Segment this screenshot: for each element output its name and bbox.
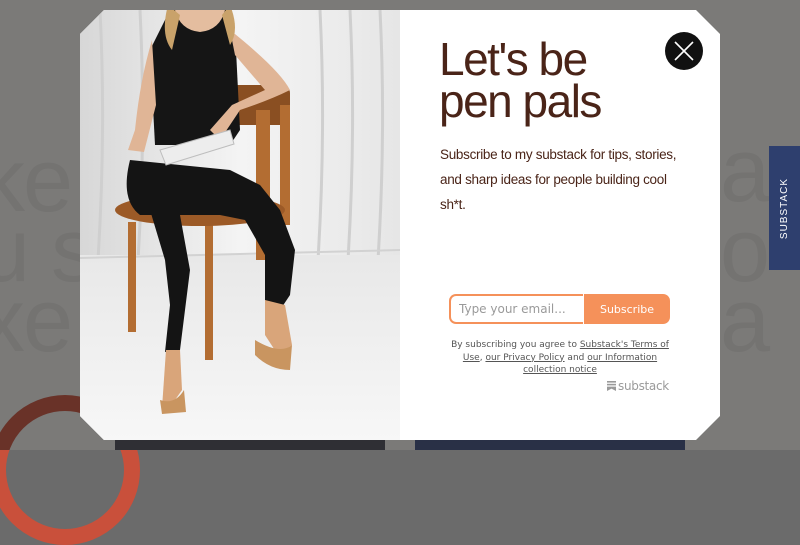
substack-side-tab[interactable]: SUBSTACK [769, 146, 800, 270]
close-icon [674, 41, 694, 61]
side-tab-label: SUBSTACK [779, 177, 791, 239]
modal-headline: Let's be pen pals [439, 33, 602, 127]
legal-notice: By subscribing you agree to Substack's T… [450, 339, 670, 377]
subscribe-button[interactable]: Subscribe [584, 294, 670, 324]
substack-brand[interactable]: substack [607, 379, 669, 393]
subtitle-line: Subscribe to my substack for tips, stori… [440, 147, 677, 162]
subtitle-line: and sharp ideas for people building cool [440, 172, 667, 187]
close-button[interactable] [665, 32, 703, 70]
headline-line: pen pals [439, 75, 602, 127]
headline-line: Let's be [439, 33, 588, 85]
woman-on-chair-photo [80, 10, 400, 440]
privacy-link[interactable]: our Privacy Policy [485, 353, 564, 363]
brand-label: substack [618, 379, 669, 393]
substack-logo-icon [607, 381, 616, 391]
legal-and: and [564, 352, 588, 363]
subtitle-line: sh*t. [440, 197, 466, 212]
email-input[interactable] [449, 294, 583, 324]
modal-subtitle: Subscribe to my substack for tips, stori… [440, 142, 680, 217]
legal-prefix: By subscribing you agree to [451, 340, 580, 350]
photo-illustration [80, 10, 400, 440]
subscribe-modal: Let's be pen pals Subscribe to my substa… [80, 10, 720, 440]
